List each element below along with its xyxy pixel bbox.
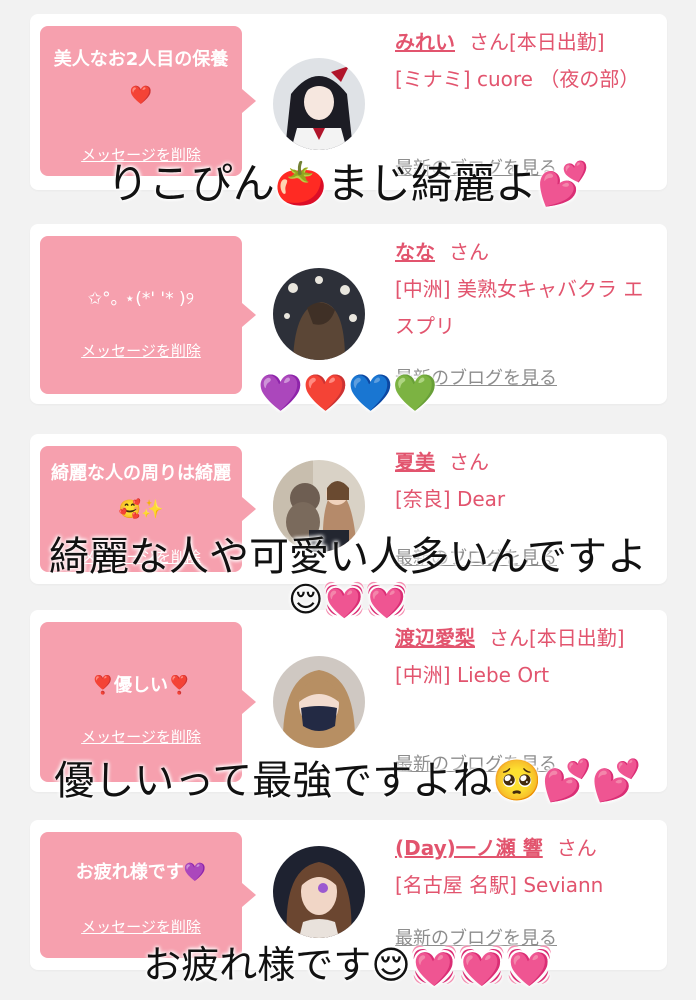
message-text: お疲れ様です💜 bbox=[75, 862, 207, 883]
avatar[interactable] bbox=[273, 58, 365, 150]
cast-info: 渡辺愛梨 さん[本日出勤] [中洲] Liebe Ort bbox=[395, 620, 655, 694]
shop-name: [中洲] Liebe Ort bbox=[395, 663, 550, 687]
cast-name-link[interactable]: なな bbox=[395, 240, 435, 264]
message-text: 美人なお2人目の保養❤️ bbox=[53, 49, 229, 106]
message-bubble: ✩°｡ ⋆(*' '* )୨ メッセージを削除 bbox=[40, 236, 256, 394]
cast-honorific: さん bbox=[449, 240, 489, 264]
cast-info: 夏美 さん [奈良] Dear bbox=[395, 444, 655, 518]
shop-name: [名古屋 名駅] Seviann bbox=[395, 873, 604, 897]
overlay-caption: 綺麗な人や可愛い人多いんですよ bbox=[49, 534, 647, 580]
cast-info: (Day)一ノ瀬 響さん [名古屋 名駅] Seviann bbox=[395, 830, 655, 904]
message-text: ❣️優しい❣️ bbox=[91, 675, 191, 696]
avatar[interactable] bbox=[273, 846, 365, 938]
overlay-caption: お疲れ様です😌💓💓💓 bbox=[143, 943, 553, 987]
cast-honorific: さん[本日出勤] bbox=[469, 30, 605, 54]
cast-honorific: さん bbox=[556, 836, 597, 860]
cast-info: みれい さん[本日出勤] [ミナミ] cuore （夜の部） bbox=[395, 24, 655, 98]
delete-message-link[interactable]: メッセージを削除 bbox=[40, 726, 242, 747]
shop-name: [奈良] Dear bbox=[395, 487, 506, 511]
avatar[interactable] bbox=[273, 656, 365, 748]
cast-honorific: さん[本日出勤] bbox=[489, 626, 625, 650]
shop-name: [中洲] 美熟女キャバクラ エスプリ bbox=[395, 277, 644, 338]
overlay-caption: りこぴん🍅まじ綺麗よ💕 bbox=[106, 159, 590, 208]
avatar[interactable] bbox=[273, 268, 365, 360]
message-text: 綺麗な人の周りは綺麗🥰✨ bbox=[51, 463, 231, 520]
overlay-emoji-row: 💜❤️💙💚 bbox=[258, 373, 438, 414]
overlay-emoji-row: 😌💓💓 bbox=[287, 580, 409, 620]
shop-name: [ミナミ] cuore （夜の部） bbox=[395, 67, 640, 91]
cast-name-link[interactable]: 夏美 bbox=[395, 450, 435, 474]
cast-honorific: さん bbox=[449, 450, 489, 474]
cast-name-link[interactable]: 渡辺愛梨 bbox=[395, 626, 475, 650]
cast-name-link[interactable]: みれい bbox=[395, 30, 455, 54]
cast-info: なな さん [中洲] 美熟女キャバクラ エスプリ bbox=[395, 234, 655, 345]
delete-message-link[interactable]: メッセージを削除 bbox=[40, 340, 242, 361]
overlay-caption: 優しいって最強ですよね🥺💕💕 bbox=[54, 758, 642, 804]
cast-name-link[interactable]: (Day)一ノ瀬 響 bbox=[395, 836, 543, 860]
